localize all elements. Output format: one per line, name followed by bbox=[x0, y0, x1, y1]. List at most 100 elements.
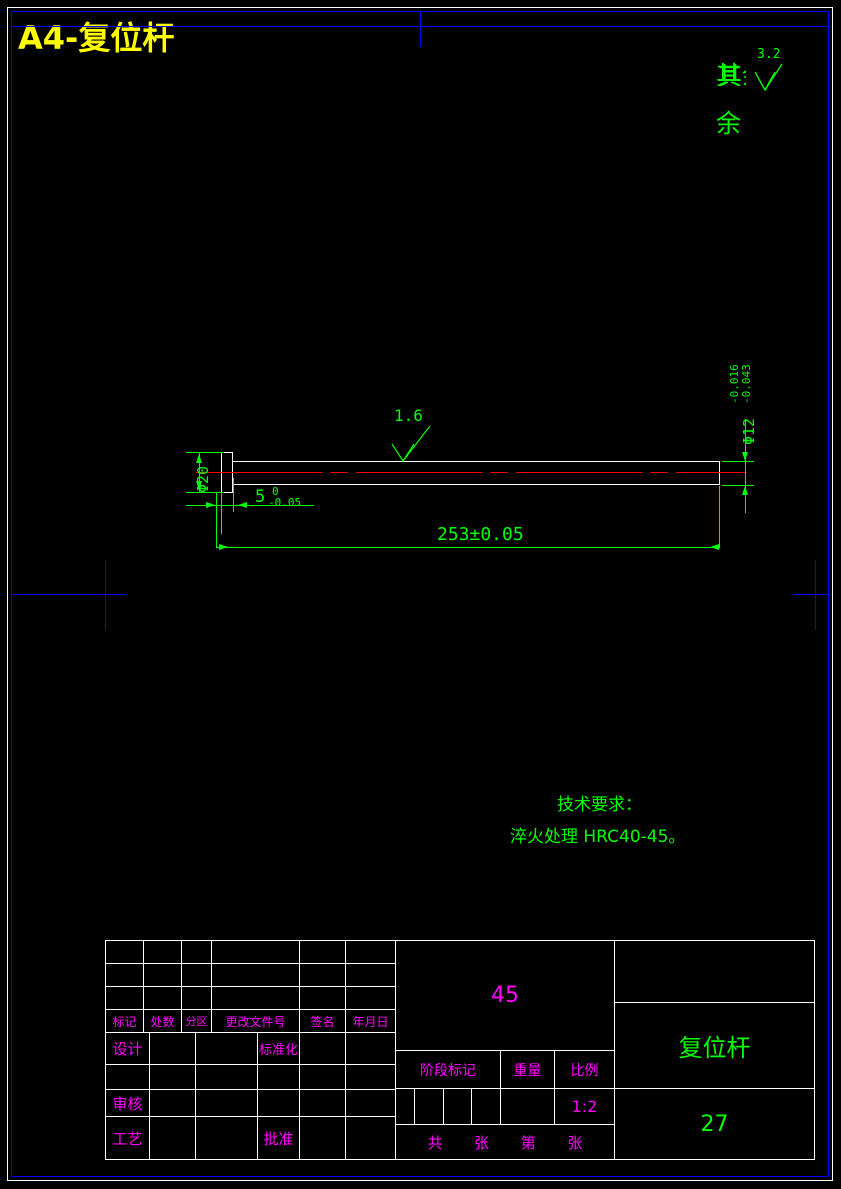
drawing-number-cell: 27 bbox=[700, 1111, 729, 1137]
dim-phi20-arrow-top bbox=[196, 454, 202, 463]
dim-253-arrow-left bbox=[219, 544, 228, 550]
revision-cell bbox=[144, 941, 182, 964]
part-centerline bbox=[196, 472, 322, 473]
role-standardization-date-cell bbox=[346, 1033, 396, 1065]
dim-phi20-text: Φ20 bbox=[194, 465, 212, 493]
dim-253-text: 253±0.05 bbox=[437, 524, 524, 545]
local-roughness-symbol-icon bbox=[391, 425, 431, 463]
dim-phi12-extension-bottom bbox=[722, 485, 754, 486]
revision-cell bbox=[144, 987, 182, 1010]
role-standardization-label: 标准化 bbox=[258, 1033, 300, 1065]
role-blank-extra-cell bbox=[258, 1065, 300, 1090]
role-review-extra-cell bbox=[258, 1090, 300, 1117]
revision-cell bbox=[346, 941, 396, 964]
dim-5-value: 5 bbox=[255, 487, 266, 507]
part-centerline bbox=[516, 472, 642, 473]
revision-header-biaoji: 标记 bbox=[106, 1010, 144, 1033]
part-shaft-top-edge bbox=[232, 461, 720, 462]
role-review-extra-cell bbox=[346, 1090, 396, 1117]
material-cell: 45 bbox=[396, 941, 615, 1051]
dim-253-line bbox=[216, 547, 720, 548]
role-design-name-cell bbox=[150, 1033, 196, 1065]
role-process-date-cell bbox=[196, 1117, 258, 1159]
revision-cell bbox=[300, 964, 346, 987]
revision-cell bbox=[300, 941, 346, 964]
revision-cell bbox=[346, 987, 396, 1010]
general-roughness-symbol-icon bbox=[754, 63, 783, 92]
dim-5-lower-tolerance: -0.05 bbox=[268, 496, 302, 509]
part-shaft-bottom-edge bbox=[232, 484, 720, 485]
revision-cell bbox=[300, 987, 346, 1010]
role-review-extra-cell bbox=[300, 1090, 346, 1117]
role-approval-date-cell bbox=[346, 1117, 396, 1159]
dim-phi12-arrow-bottom bbox=[742, 486, 748, 495]
local-roughness-value: 1.6 bbox=[394, 406, 423, 425]
revision-cell bbox=[106, 964, 144, 987]
scale-value-cell: 1:2 bbox=[555, 1089, 615, 1125]
dim-5-extension-left bbox=[221, 492, 222, 534]
sheet-index-prefix: 第 bbox=[520, 1133, 536, 1152]
dim-phi12-value: Φ12 bbox=[740, 417, 758, 445]
role-blank-extra-cell bbox=[346, 1065, 396, 1090]
role-process-label: 工艺 bbox=[106, 1117, 150, 1159]
stage-mark-sub-cell bbox=[415, 1089, 444, 1125]
technical-requirements-heading: 技术要求： bbox=[557, 795, 642, 815]
part-centerline bbox=[676, 472, 746, 473]
role-standardization-name-cell bbox=[300, 1033, 346, 1065]
role-blank-label bbox=[106, 1065, 150, 1090]
sheet-total-prefix: 共 bbox=[427, 1133, 443, 1152]
center-mark-right-vertical bbox=[815, 560, 816, 630]
revision-header-gengaiwenjianhao: 更改文件号 bbox=[212, 1010, 300, 1033]
center-mark-left-vertical bbox=[105, 560, 106, 630]
revision-cell bbox=[106, 987, 144, 1010]
role-approval-name-cell bbox=[300, 1117, 346, 1159]
revision-cell bbox=[182, 987, 212, 1010]
dim-5-arrow-left bbox=[206, 502, 215, 508]
role-process-name-cell bbox=[150, 1117, 196, 1159]
revision-header-nianyueri: 年月日 bbox=[346, 1010, 396, 1033]
company-cell bbox=[615, 941, 814, 1003]
general-roughness-label: 其 余 bbox=[716, 52, 746, 148]
role-design-label: 设计 bbox=[106, 1033, 150, 1065]
role-review-name-cell bbox=[150, 1090, 196, 1117]
revision-cell bbox=[212, 987, 300, 1010]
part-centerline bbox=[490, 472, 508, 473]
dim-253-extension-right bbox=[719, 486, 720, 548]
sheet-total-unit: 张 bbox=[474, 1133, 490, 1152]
part-name-cell: 复位杆 bbox=[615, 1003, 814, 1089]
dim-5-extension-right bbox=[233, 478, 234, 512]
dim-253-extension-left bbox=[216, 492, 217, 548]
sheet-count-cell: 共 张 第 张 bbox=[396, 1125, 615, 1159]
dim-phi12-arrow-top bbox=[742, 452, 748, 461]
role-blank-name-cell bbox=[150, 1065, 196, 1090]
role-approval-label: 批准 bbox=[258, 1117, 300, 1159]
part-centerline bbox=[650, 472, 668, 473]
stage-mark-sub-cell bbox=[396, 1089, 415, 1125]
weight-value-cell bbox=[501, 1089, 555, 1125]
dim-5-arrow-right bbox=[238, 502, 247, 508]
center-mark-left-horizontal bbox=[11, 594, 126, 595]
center-mark-top-horizontal bbox=[11, 26, 829, 27]
general-roughness-char-qi: 其 bbox=[716, 61, 742, 90]
revision-cell bbox=[182, 941, 212, 964]
dim-phi20-extension-top bbox=[186, 452, 224, 453]
technical-requirements-line-1: 淬火处理 HRC40-45。 bbox=[510, 827, 686, 847]
part-centerline bbox=[356, 472, 482, 473]
weight-header: 重量 bbox=[501, 1051, 555, 1089]
general-roughness-char-yu: 余 bbox=[716, 109, 742, 138]
revision-cell bbox=[212, 941, 300, 964]
dim-253-arrow-right bbox=[710, 544, 719, 550]
stage-mark-header: 阶段标记 bbox=[396, 1051, 501, 1089]
revision-cell bbox=[346, 964, 396, 987]
role-design-date-cell bbox=[196, 1033, 258, 1065]
revision-header-chushu: 处数 bbox=[144, 1010, 182, 1033]
revision-header-fenqu: 分区 bbox=[182, 1010, 212, 1033]
stage-mark-sub-cell bbox=[444, 1089, 472, 1125]
drawing-sheet: A4-复位杆 其余 余 其 余 3.2 1.6 Φ20 bbox=[0, 0, 841, 1189]
general-roughness-value: 3.2 bbox=[757, 47, 781, 62]
revision-cell bbox=[144, 964, 182, 987]
dim-phi12-lower-tolerance: -0.043 bbox=[740, 364, 753, 404]
role-blank-date-cell bbox=[196, 1065, 258, 1090]
revision-cell bbox=[212, 964, 300, 987]
center-mark-top-vertical bbox=[420, 11, 421, 47]
